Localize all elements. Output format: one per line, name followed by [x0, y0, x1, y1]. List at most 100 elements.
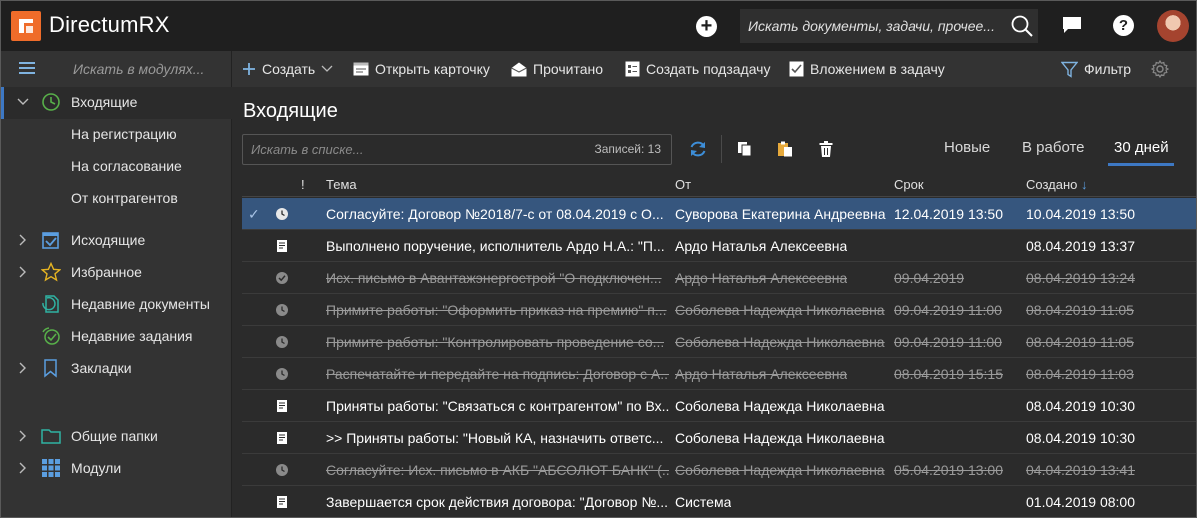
create-button[interactable]: Создать — [242, 51, 333, 87]
delete-icon[interactable] — [819, 141, 833, 157]
sidebar-item-registration[interactable]: На регистрацию — [1, 119, 232, 151]
active-tab-indicator — [1108, 163, 1174, 166]
list-search-input[interactable] — [251, 135, 551, 164]
table-row[interactable]: Выполнено поручение, исполнитель Ардо Н.… — [242, 230, 1196, 262]
notice-icon — [277, 240, 287, 252]
filter-button[interactable]: Фильтр — [1061, 51, 1131, 87]
table-header: ! Тема От Срок Создано ↓ — [242, 173, 1196, 197]
sidebar-item-inbox[interactable]: Входящие — [1, 87, 232, 119]
cell-created: 08.04.2019 10:30 — [1026, 430, 1135, 446]
avatar[interactable] — [1157, 10, 1189, 42]
search-icon[interactable] — [1010, 14, 1034, 38]
clock-icon — [276, 208, 288, 220]
cell-subject: Согласуйте: Договор №2018/7-с от 08.04.2… — [326, 206, 664, 222]
table-row[interactable]: ✓ Согласуйте: Договор №2018/7-с от 08.04.… — [242, 198, 1196, 230]
notice-icon — [277, 496, 287, 508]
sidebar-item-label: Недавние документы — [71, 296, 210, 312]
table-row[interactable]: Приняты работы: "Связаться с контрагенто… — [242, 390, 1196, 422]
toolbar-divider — [721, 135, 722, 163]
column-deadline[interactable]: Срок — [894, 177, 924, 192]
table-row[interactable]: Распечатайте и передайте на подпись: Дог… — [242, 358, 1196, 390]
sidebar-item-modules[interactable]: Модули — [1, 453, 232, 485]
row-selected-check-icon[interactable]: ✓ — [248, 206, 260, 223]
chevron-right-icon[interactable] — [17, 234, 29, 246]
folder-icon — [41, 429, 61, 444]
create-subtask-button[interactable]: Создать подзадачу — [625, 51, 770, 87]
chevron-down-icon — [321, 65, 333, 72]
sidebar-item-bookmarks[interactable]: Закладки — [1, 353, 232, 385]
chevron-right-icon[interactable] — [17, 362, 29, 374]
cell-subject: Приняты работы: "Связаться с контрагенто… — [326, 398, 669, 414]
cell-created: 08.04.2019 11:05 — [1026, 334, 1134, 350]
chevron-right-icon[interactable] — [17, 462, 29, 474]
bookmark-icon — [44, 359, 57, 378]
logo-icon[interactable] — [11, 11, 41, 41]
column-importance[interactable]: ! — [301, 177, 305, 192]
table-row[interactable]: Исх. письмо в Авантажэнергострой "О подк… — [242, 262, 1196, 294]
menu-icon[interactable] — [19, 62, 35, 74]
clock-icon — [276, 336, 288, 348]
card-icon — [353, 62, 369, 76]
attach-to-task-label: Вложением в задачу — [810, 61, 945, 77]
sidebar-item-outbox[interactable]: Исходящие — [1, 225, 232, 257]
tab-new[interactable]: Новые — [944, 139, 990, 156]
cell-deadline: 09.04.2019 11:00 — [894, 302, 1002, 318]
list-search: Записей: 13 — [242, 134, 672, 165]
app-window: DirectumRX + ? Искать в модулях... Входя… — [0, 0, 1197, 518]
sidebar-item-approval[interactable]: На согласование — [1, 151, 232, 183]
app-brand: DirectumRX — [49, 12, 170, 37]
cell-subject: Примите работы: "Оформить приказ на прем… — [326, 302, 667, 318]
cell-created: 10.04.2019 13:50 — [1026, 206, 1135, 222]
settings-gear-icon[interactable] — [1151, 60, 1169, 78]
chevron-right-icon[interactable] — [17, 266, 29, 278]
clock-icon — [276, 368, 288, 380]
envelope-open-icon — [511, 62, 527, 76]
column-from[interactable]: От — [675, 177, 691, 192]
help-icon[interactable]: ? — [1113, 15, 1134, 36]
filter-icon — [1061, 61, 1078, 78]
chevron-right-icon[interactable] — [17, 430, 29, 442]
sidebar-item-recent-tasks[interactable]: Недавние задания — [1, 321, 232, 353]
create-plus-icon[interactable]: + — [696, 16, 717, 37]
refresh-icon[interactable] — [688, 139, 708, 159]
sidebar-item-favorites[interactable]: Избранное — [1, 257, 232, 289]
completed-icon — [276, 272, 288, 284]
paste-icon[interactable] — [777, 141, 793, 157]
cell-from: Соболева Надежда Николаевна — [675, 430, 885, 446]
table-row[interactable]: Согласуйте: Исх. письмо в АКБ "АБСОЛЮТ Б… — [242, 454, 1196, 486]
sort-desc-icon: ↓ — [1081, 177, 1088, 192]
copy-icon[interactable] — [737, 141, 752, 157]
tab-30-days[interactable]: 30 дней — [1114, 139, 1169, 156]
notice-icon — [277, 432, 287, 444]
chevron-down-icon[interactable] — [17, 96, 29, 108]
open-card-label: Открыть карточку — [375, 61, 490, 77]
checkbox-icon — [42, 232, 59, 249]
sidebar-item-recent-documents[interactable]: Недавние документы — [1, 289, 232, 321]
messages-icon[interactable] — [1062, 16, 1082, 34]
tab-in-progress[interactable]: В работе — [1022, 139, 1085, 156]
cell-from: Ардо Наталья Алексеевна — [675, 238, 848, 254]
sidebar-item-label: Входящие — [71, 94, 138, 110]
cell-deadline: 09.04.2019 — [894, 270, 965, 286]
sidebar-item-shared-folders[interactable]: Общие папки — [1, 421, 232, 453]
attach-to-task-button[interactable]: Вложением в задачу — [789, 51, 945, 87]
mark-read-button[interactable]: Прочитано — [511, 51, 603, 87]
clock-icon — [42, 93, 60, 111]
table-row[interactable]: Завершается срок действия договора: "Дог… — [242, 486, 1196, 517]
sidebar-item-label: На регистрацию — [71, 126, 177, 142]
cell-created: 08.04.2019 10:30 — [1026, 398, 1135, 414]
table-row[interactable]: >> Приняты работы: "Новый КА, назначить … — [242, 422, 1196, 454]
column-subject[interactable]: Тема — [326, 177, 357, 192]
module-search[interactable]: Искать в модулях... — [73, 61, 204, 77]
create-label: Создать — [262, 61, 316, 77]
table-row[interactable]: Примите работы: "Оформить приказ на прем… — [242, 294, 1196, 326]
column-created[interactable]: Создано ↓ — [1026, 177, 1088, 192]
recent-doc-icon — [42, 295, 59, 313]
cell-created: 08.04.2019 13:37 — [1026, 238, 1135, 254]
global-search-input[interactable] — [748, 9, 998, 43]
open-card-button[interactable]: Открыть карточку — [353, 51, 490, 87]
cell-created: 01.04.2019 08:00 — [1026, 494, 1135, 510]
sidebar-item-counterparties[interactable]: От контрагентов — [1, 183, 232, 215]
table-row[interactable]: Примите работы: "Контролировать проведен… — [242, 326, 1196, 358]
clock-icon — [276, 304, 288, 316]
